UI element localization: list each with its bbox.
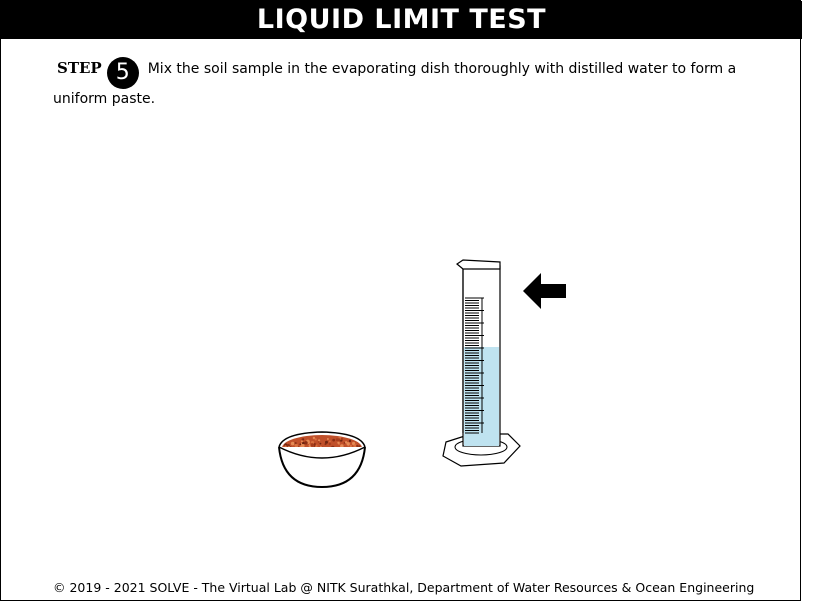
soil-speck (337, 441, 340, 444)
evaporating-dish[interactable] (278, 431, 366, 489)
apparatus-canvas (278, 259, 566, 489)
soil-speck (318, 439, 321, 442)
soil-speck (299, 443, 302, 446)
soil-speck (328, 442, 331, 446)
soil-speck (294, 443, 298, 447)
soil-speck (301, 440, 303, 443)
measuring-cylinder[interactable] (442, 259, 521, 467)
soil-speck (312, 436, 316, 440)
page-frame: LIQUID LIMIT TEST STEP 5 Mix the soil samp… (0, 0, 802, 601)
footer-copyright: © 2019 - 2021 SOLVE - The Virtual Lab @ … (53, 580, 755, 595)
soil-speck (344, 441, 348, 444)
soil-speck (337, 438, 341, 442)
soil-speck (284, 445, 287, 447)
soil-speck (340, 437, 344, 441)
soil-speck (348, 439, 352, 443)
soil-speck (290, 441, 295, 446)
soil-speck (301, 438, 304, 441)
soil-speck (319, 442, 322, 445)
soil-speck (317, 441, 320, 443)
soil-speck (356, 444, 359, 447)
soil-speck (326, 438, 329, 440)
soil-speck (349, 444, 352, 448)
soil-speck (325, 440, 328, 444)
left-arrow-icon (523, 273, 566, 309)
soil-speck (332, 438, 336, 442)
soil-speck (314, 438, 317, 441)
soil-speck (310, 443, 315, 447)
soil-speck (304, 441, 308, 445)
soil-speck (329, 440, 331, 443)
soil-speck (301, 444, 305, 448)
